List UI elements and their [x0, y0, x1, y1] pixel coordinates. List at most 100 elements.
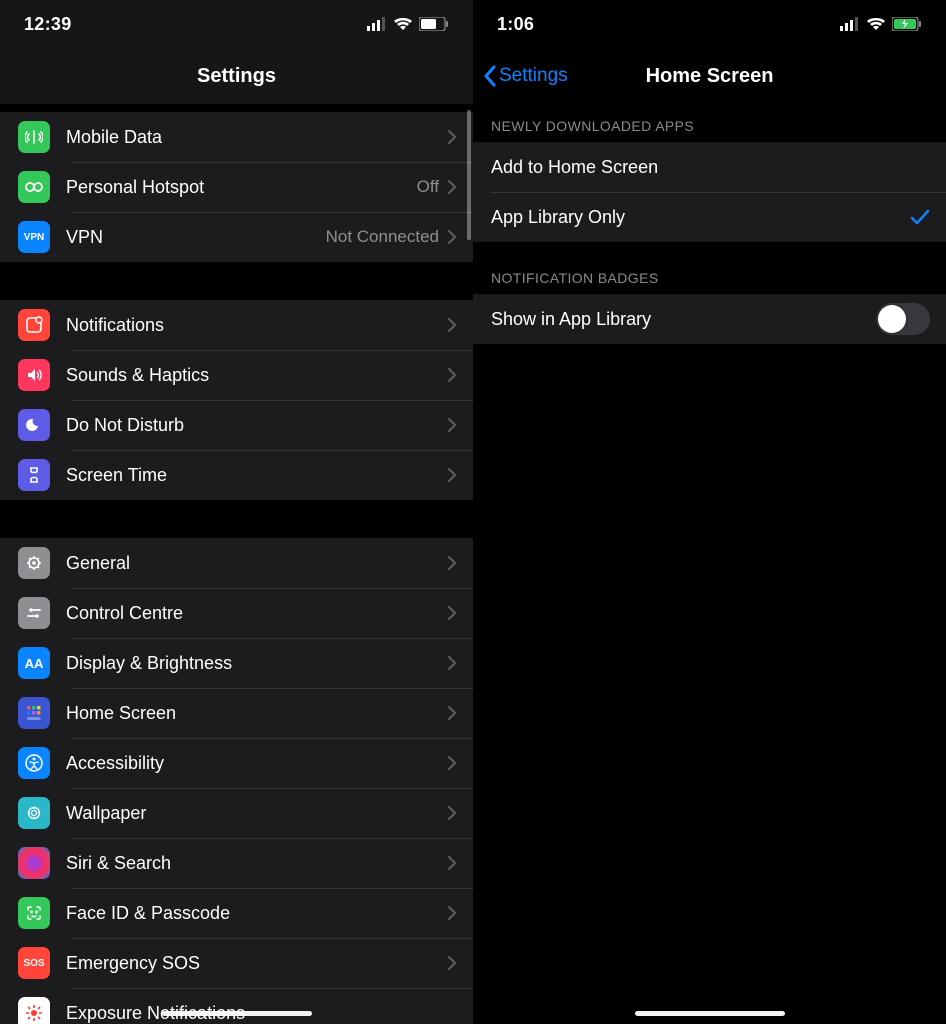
- wifi-icon: [866, 17, 886, 31]
- settings-screen: 12:39 Settings Mobile Data Personal Hots…: [0, 0, 473, 1024]
- back-button[interactable]: Settings: [483, 65, 568, 87]
- settings-row-control-centre[interactable]: Control Centre: [0, 588, 473, 638]
- wifi-icon: [393, 17, 413, 31]
- chevron-right-icon: [447, 467, 457, 483]
- settings-row-exposure[interactable]: Exposure Notifications: [0, 988, 473, 1024]
- chevron-right-icon: [447, 417, 457, 433]
- section-header-badges: NOTIFICATION BADGES: [473, 242, 946, 294]
- toggle-show-in-app-library[interactable]: Show in App Library: [473, 294, 946, 344]
- row-label: Wallpaper: [66, 803, 447, 824]
- status-bar: 1:06: [473, 0, 946, 48]
- option-label: Add to Home Screen: [491, 157, 930, 178]
- settings-row-screentime[interactable]: Screen Time: [0, 450, 473, 500]
- vpn-icon: VPN: [18, 221, 50, 253]
- toggle-label: Show in App Library: [491, 309, 876, 330]
- chevron-right-icon: [447, 367, 457, 383]
- chevron-right-icon: [447, 605, 457, 621]
- hotspot-icon: [18, 171, 50, 203]
- row-label: Face ID & Passcode: [66, 903, 447, 924]
- chevron-right-icon: [447, 229, 457, 245]
- row-label: Screen Time: [66, 465, 447, 486]
- chevron-right-icon: [447, 755, 457, 771]
- option-label: App Library Only: [491, 207, 910, 228]
- row-label: Home Screen: [66, 703, 447, 724]
- chevron-right-icon: [447, 655, 457, 671]
- accessibility-icon: [18, 747, 50, 779]
- chevron-right-icon: [447, 555, 457, 571]
- control-centre-icon: [18, 597, 50, 629]
- settings-row-notifications[interactable]: Notifications: [0, 300, 473, 350]
- chevron-left-icon: [483, 65, 497, 87]
- nav-bar: Settings Home Screen: [473, 48, 946, 104]
- row-label: Emergency SOS: [66, 953, 447, 974]
- settings-row-mobile-data[interactable]: Mobile Data: [0, 112, 473, 162]
- page-title: Home Screen: [646, 65, 774, 88]
- row-label: Mobile Data: [66, 127, 447, 148]
- chevron-right-icon: [447, 805, 457, 821]
- row-label: Control Centre: [66, 603, 447, 624]
- row-label: Siri & Search: [66, 853, 447, 874]
- settings-row-wallpaper[interactable]: Wallpaper: [0, 788, 473, 838]
- row-label: Notifications: [66, 315, 447, 336]
- row-label: Do Not Disturb: [66, 415, 447, 436]
- back-label: Settings: [499, 65, 568, 87]
- mobile-data-icon: [18, 121, 50, 153]
- toggle-switch[interactable]: [876, 303, 930, 335]
- notifications-icon: [18, 309, 50, 341]
- chevron-right-icon: [447, 179, 457, 195]
- page-title: Settings: [197, 65, 276, 88]
- settings-row-dnd[interactable]: Do Not Disturb: [0, 400, 473, 450]
- settings-group-connectivity: Mobile Data Personal Hotspot Off VPN VPN…: [0, 112, 473, 262]
- settings-row-display[interactable]: AA Display & Brightness: [0, 638, 473, 688]
- settings-row-sos[interactable]: SOS Emergency SOS: [0, 938, 473, 988]
- home-screen-settings: 1:06 Settings Home Screen NEWLY DOWNLOAD…: [473, 0, 946, 1024]
- settings-row-accessibility[interactable]: Accessibility: [0, 738, 473, 788]
- settings-row-siri[interactable]: Siri & Search: [0, 838, 473, 888]
- row-label: Personal Hotspot: [66, 177, 417, 198]
- status-icons: [367, 17, 449, 31]
- sounds-icon: [18, 359, 50, 391]
- option-app-library-only[interactable]: App Library Only: [473, 192, 946, 242]
- chevron-right-icon: [447, 905, 457, 921]
- row-label: Sounds & Haptics: [66, 365, 447, 386]
- settings-group-general: General Control Centre AA Display & Brig…: [0, 538, 473, 1024]
- dnd-icon: [18, 409, 50, 441]
- cellular-icon: [840, 17, 860, 31]
- settings-row-general[interactable]: General: [0, 538, 473, 588]
- general-icon: [18, 547, 50, 579]
- home-indicator[interactable]: [635, 1011, 785, 1016]
- settings-row-vpn[interactable]: VPN VPN Not Connected: [0, 212, 473, 262]
- wallpaper-icon: [18, 797, 50, 829]
- siri-icon: [18, 847, 50, 879]
- display-icon: AA: [18, 647, 50, 679]
- battery-charging-icon: [892, 17, 922, 31]
- status-time: 1:06: [497, 14, 534, 35]
- home-screen-icon: [18, 697, 50, 729]
- settings-row-faceid[interactable]: Face ID & Passcode: [0, 888, 473, 938]
- chevron-right-icon: [447, 129, 457, 145]
- settings-row-personal-hotspot[interactable]: Personal Hotspot Off: [0, 162, 473, 212]
- settings-group-notifications: Notifications Sounds & Haptics Do Not Di…: [0, 300, 473, 500]
- chevron-right-icon: [447, 955, 457, 971]
- screentime-icon: [18, 459, 50, 491]
- option-add-to-home-screen[interactable]: Add to Home Screen: [473, 142, 946, 192]
- battery-icon: [419, 17, 449, 31]
- home-indicator[interactable]: [162, 1011, 312, 1016]
- scroll-indicator[interactable]: [467, 110, 471, 240]
- faceid-icon: [18, 897, 50, 929]
- row-label: General: [66, 553, 447, 574]
- cellular-icon: [367, 17, 387, 31]
- row-label: Accessibility: [66, 753, 447, 774]
- sos-icon: SOS: [18, 947, 50, 979]
- status-bar: 12:39: [0, 0, 473, 48]
- exposure-icon: [18, 997, 50, 1024]
- row-detail: Off: [417, 177, 439, 197]
- row-detail: Not Connected: [326, 227, 439, 247]
- settings-row-home-screen[interactable]: Home Screen: [0, 688, 473, 738]
- section-newly-downloaded: Add to Home Screen App Library Only: [473, 142, 946, 242]
- chevron-right-icon: [447, 855, 457, 871]
- nav-bar: Settings: [0, 48, 473, 104]
- section-badges: Show in App Library: [473, 294, 946, 344]
- status-time: 12:39: [24, 14, 72, 35]
- settings-row-sounds[interactable]: Sounds & Haptics: [0, 350, 473, 400]
